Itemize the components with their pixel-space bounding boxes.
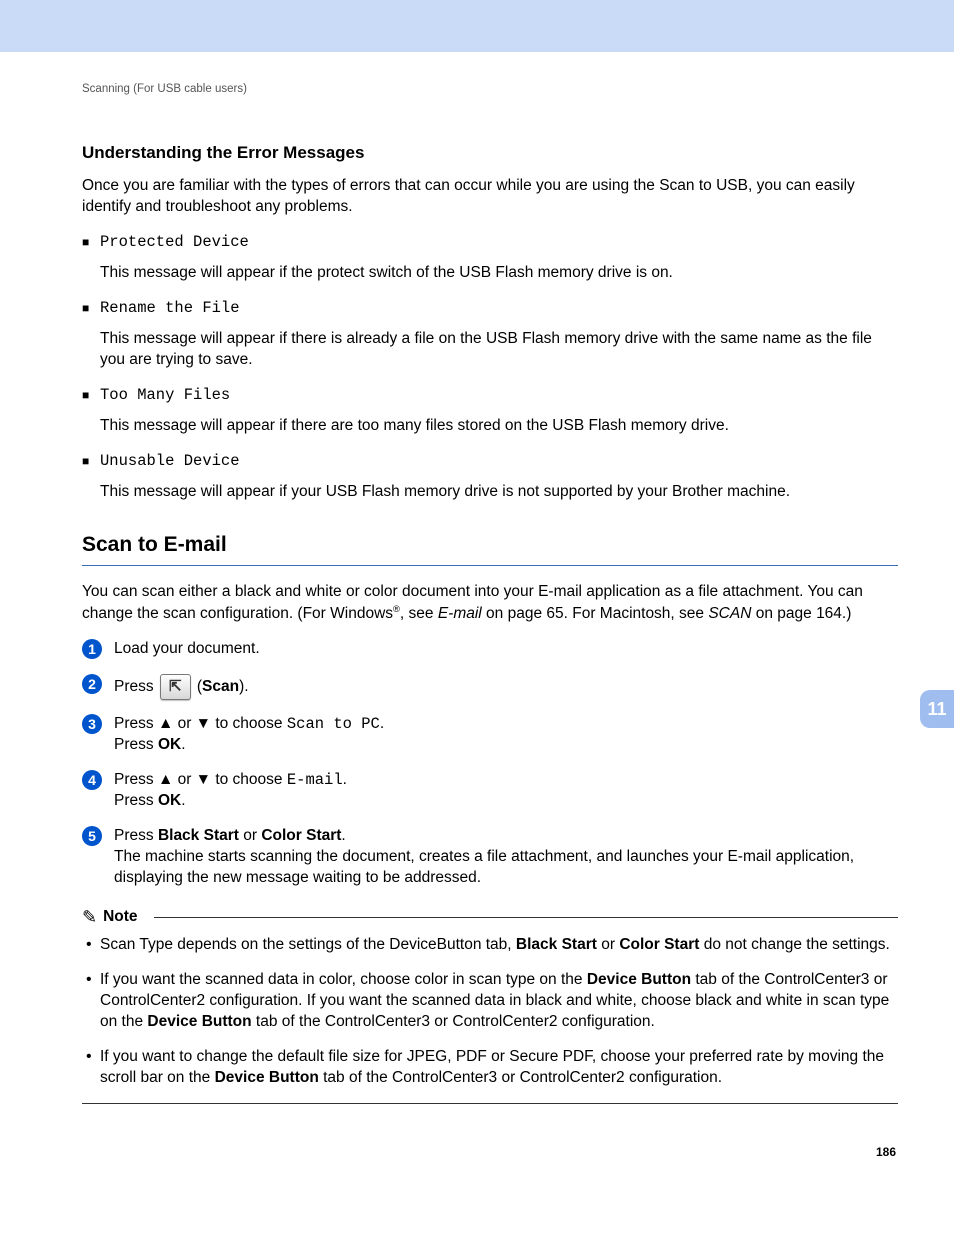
step-bold: OK <box>158 736 181 753</box>
step-5: 5 Press Black Start or Color Start. The … <box>82 826 898 889</box>
top-band-decoration <box>0 0 954 52</box>
section2-intro: You can scan either a black and white or… <box>82 582 898 625</box>
error-description: This message will appear if there are to… <box>100 416 898 437</box>
step-2: 2 Press ⇱ (Scan). <box>82 674 898 700</box>
arrow-up-down: ▲ or ▼ <box>158 715 211 732</box>
step-text: . <box>181 792 185 809</box>
lcd-option: E-mail <box>287 771 343 789</box>
page-number: 186 <box>82 1144 898 1160</box>
cross-ref-link[interactable]: SCAN <box>708 605 751 622</box>
note-title: Note <box>103 907 137 928</box>
note-bold: Device Button <box>215 1069 319 1086</box>
step-bold: Black Start <box>158 827 239 844</box>
error-label: Unusable Device <box>100 452 240 470</box>
text-run: on page 65. For Macintosh, see <box>482 605 709 622</box>
error-label: Protected Device <box>100 233 249 251</box>
text-run: , see <box>400 605 438 622</box>
procedure-steps: 1 Load your document. 2 Press ⇱ (Scan). … <box>82 639 898 889</box>
step-text: Press <box>114 678 158 695</box>
step-text: . <box>380 715 384 732</box>
note-bold: Device Button <box>147 1013 251 1030</box>
document-page: 11 Scanning (For USB cable users) Unders… <box>0 0 954 1160</box>
error-item: Protected Device This message will appea… <box>82 232 898 284</box>
note-bold: Color Start <box>619 936 699 953</box>
step-text: Load your document. <box>114 640 260 657</box>
step-text: Press <box>114 736 158 753</box>
note-bold: Device Button <box>587 971 691 988</box>
running-head: Scanning (For USB cable users) <box>82 82 898 98</box>
page-content: Scanning (For USB cable users) Understan… <box>0 52 954 1160</box>
note-text: or <box>597 936 619 953</box>
step-3: 3 Press ▲ or ▼ to choose Scan to PC. Pre… <box>82 714 898 756</box>
step-text: to choose <box>211 771 287 788</box>
step-1: 1 Load your document. <box>82 639 898 660</box>
error-description: This message will appear if your USB Fla… <box>100 482 898 503</box>
step-text: Press <box>114 827 158 844</box>
section-heading: Understanding the Error Messages <box>82 142 898 165</box>
heading-rule <box>82 565 898 566</box>
lcd-option: Scan to PC <box>287 715 380 733</box>
step-text: . <box>343 771 347 788</box>
registered-mark: ® <box>393 604 400 614</box>
step-number-badge: 3 <box>82 714 102 734</box>
note-bold: Black Start <box>516 936 597 953</box>
error-list: Protected Device This message will appea… <box>82 232 898 502</box>
step-text: or <box>239 827 261 844</box>
error-description: This message will appear if there is alr… <box>100 329 898 371</box>
note-text: tab of the ControlCenter3 or ControlCent… <box>319 1069 722 1086</box>
step-text: ). <box>239 678 248 695</box>
chapter-tab: 11 <box>920 690 954 728</box>
error-item: Rename the File This message will appear… <box>82 298 898 371</box>
step-number-badge: 2 <box>82 674 102 694</box>
scan-button-icon: ⇱ <box>160 674 191 700</box>
arrow-up-down: ▲ or ▼ <box>158 771 211 788</box>
step-number-badge: 5 <box>82 826 102 846</box>
step-text: Press <box>114 792 158 809</box>
note-icon: ✎ <box>82 908 97 926</box>
note-text: If you want the scanned data in color, c… <box>100 971 587 988</box>
step-bold: Scan <box>202 678 239 695</box>
step-number-badge: 1 <box>82 639 102 659</box>
note-text: do not change the settings. <box>699 936 889 953</box>
error-label: Rename the File <box>100 299 240 317</box>
section-main-heading: Scan to E-mail <box>82 531 898 559</box>
step-bold: Color Start <box>261 827 341 844</box>
error-label: Too Many Files <box>100 386 230 404</box>
step-4: 4 Press ▲ or ▼ to choose E-mail. Press O… <box>82 770 898 812</box>
note-item: If you want to change the default file s… <box>82 1047 898 1089</box>
error-description: This message will appear if the protect … <box>100 263 898 284</box>
note-item: If you want the scanned data in color, c… <box>82 970 898 1033</box>
note-heading-row: ✎ Note <box>82 907 898 928</box>
note-text: Scan Type depends on the settings of the… <box>100 936 516 953</box>
note-item: Scan Type depends on the settings of the… <box>82 935 898 956</box>
step-text: to choose <box>211 715 287 732</box>
note-text: tab of the ControlCenter3 or ControlCent… <box>252 1013 655 1030</box>
section-intro: Once you are familiar with the types of … <box>82 176 898 218</box>
step-text: Press <box>114 715 158 732</box>
note-rule <box>154 917 898 918</box>
cross-ref-link[interactable]: E-mail <box>438 605 482 622</box>
step-text: The machine starts scanning the document… <box>114 848 854 886</box>
error-item: Unusable Device This message will appear… <box>82 451 898 503</box>
step-text: Press <box>114 771 158 788</box>
notes-list: Scan Type depends on the settings of the… <box>82 935 898 1089</box>
error-item: Too Many Files This message will appear … <box>82 385 898 437</box>
text-run: on page 164.) <box>751 605 851 622</box>
note-end-rule <box>82 1103 898 1104</box>
step-number-badge: 4 <box>82 770 102 790</box>
step-text: . <box>341 827 345 844</box>
step-bold: OK <box>158 792 181 809</box>
step-text: . <box>181 736 185 753</box>
